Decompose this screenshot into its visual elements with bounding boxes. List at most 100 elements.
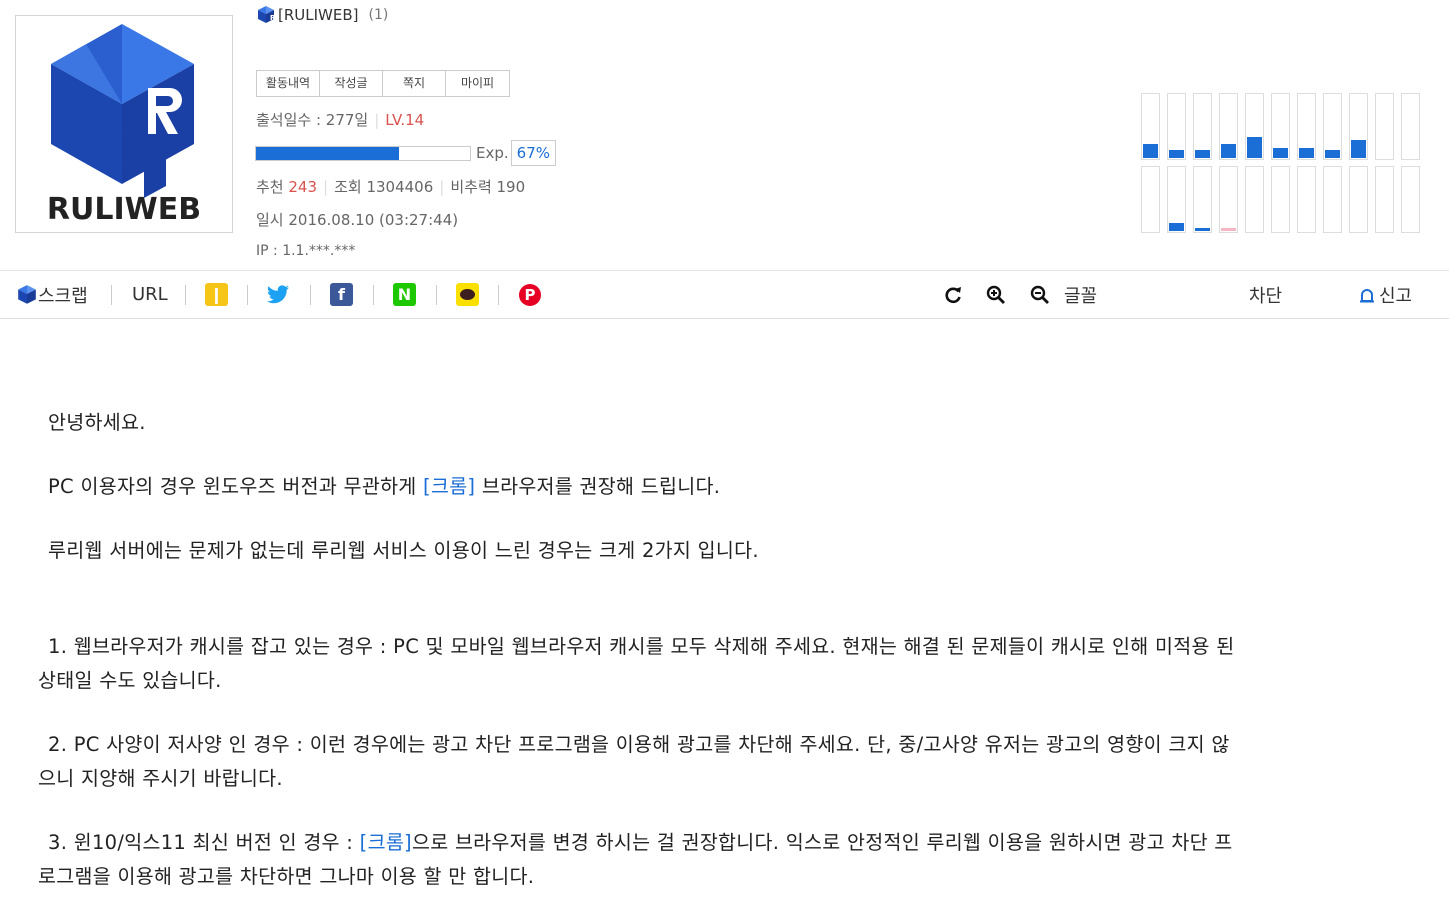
scrap-button[interactable]: 스크랩	[16, 271, 88, 318]
share-naver-button[interactable]: N	[393, 271, 416, 318]
font-button[interactable]: 글꼴	[1064, 271, 1097, 318]
view-count: 조회 1304406	[334, 178, 434, 196]
stats-line: 추천 243 | 조회 1304406 | 비추력 190	[256, 178, 526, 196]
exp-row: Exp. 67%	[255, 140, 556, 166]
zoom-in-icon	[986, 285, 1005, 304]
activity-graph-cell	[1219, 93, 1238, 160]
share-kakaostory-button[interactable]: ❙	[205, 271, 228, 318]
activity-graph-cell	[1323, 93, 1342, 160]
article-body: 안녕하세요. PC 이용자의 경우 윈도우즈 버전과 무관하게 [크롬] 브라우…	[38, 406, 1418, 894]
article-paragraph-1: PC 이용자의 경우 윈도우즈 버전과 무관하게 [크롬] 브라우저를 권장해 …	[48, 475, 721, 498]
chrome-link[interactable]: [크롬]	[423, 475, 475, 498]
article-item-2-line-1: 2. PC 사양이 저사양 인 경우 : 이런 경우에는 광고 차단 프로그램을…	[48, 733, 1230, 756]
attendance-line: 출석일수 : 277일 | LV.14	[256, 111, 425, 129]
naver-icon: N	[393, 283, 416, 306]
report-label: 신고	[1379, 285, 1413, 307]
tab-posts[interactable]: 작성글	[320, 71, 383, 96]
attendance-count: 출석일수 : 277일	[256, 111, 369, 129]
activity-graph-bar	[1195, 150, 1210, 158]
activity-graph-cell	[1193, 93, 1212, 160]
ruliweb-cube-icon: R	[258, 6, 276, 23]
activity-graph-bar	[1195, 228, 1210, 231]
activity-graph-cell	[1297, 93, 1316, 160]
exp-percent: 67%	[510, 140, 556, 166]
activity-graph-cell	[1271, 93, 1290, 160]
activity-graph-cell	[1193, 166, 1212, 233]
refresh-button[interactable]	[943, 271, 963, 318]
exp-progress-fill	[256, 146, 400, 160]
activity-graph-cell	[1375, 93, 1394, 160]
kakaotalk-icon	[456, 283, 479, 306]
activity-graph-cell	[1245, 93, 1264, 160]
activity-graph-bar	[1169, 223, 1184, 231]
ip-address: IP : 1.1.***.***	[256, 243, 356, 259]
exp-label: Exp.	[476, 144, 509, 162]
nickname[interactable]: [RULIWEB]	[278, 6, 359, 24]
article-greeting: 안녕하세요.	[48, 411, 146, 434]
post-date: 일시 2016.08.10 (03:27:44)	[256, 211, 459, 229]
activity-graph-bar	[1351, 140, 1366, 158]
block-label: 차단	[1249, 285, 1283, 307]
activity-graph-cell	[1141, 166, 1160, 233]
activity-graph-bar	[1221, 228, 1236, 231]
kakaostory-icon: ❙	[205, 283, 228, 306]
block-button[interactable]: 차단	[1249, 271, 1282, 318]
logo-text: RULIWEB	[47, 192, 201, 227]
nonrecommend-count: 비추력 190	[450, 178, 526, 196]
twitter-icon	[267, 284, 289, 303]
share-pinterest-button[interactable]: P	[519, 271, 541, 318]
recommend-count: 243	[288, 178, 318, 196]
share-twitter-button[interactable]	[266, 271, 290, 318]
article-item-3-line-2: 로그램을 이용해 광고를 차단하면 그나마 이용 할 만 합니다.	[38, 865, 535, 888]
article-item-1-line-2: 상태일 수도 있습니다.	[38, 669, 222, 692]
font-label: 글꼴	[1064, 285, 1098, 307]
tab-mypi[interactable]: 마이피	[446, 71, 509, 96]
chrome-link[interactable]: [크롬]	[360, 831, 412, 854]
activity-graph-bar	[1169, 150, 1184, 158]
article-toolbar: 스크랩 URL ❙ f N P 글꼴 차단 신고	[0, 270, 1449, 319]
facebook-icon: f	[330, 283, 353, 306]
activity-graph-bar	[1221, 144, 1236, 158]
user-level: LV.14	[385, 111, 425, 129]
activity-graph-bar	[1273, 148, 1288, 158]
report-button[interactable]: 신고	[1359, 271, 1412, 318]
recommend-label: 추천	[256, 178, 284, 196]
activity-graph-cell	[1219, 166, 1238, 233]
activity-graph-bar	[1325, 150, 1340, 158]
exp-progress-bar	[255, 145, 471, 161]
activity-graph-cell	[1297, 166, 1316, 233]
article-paragraph-2: 루리웹 서버에는 문제가 없는데 루리웹 서비스 이용이 느린 경우는 크게 2…	[48, 539, 759, 562]
url-button[interactable]: URL	[132, 271, 168, 318]
activity-graph-cell	[1245, 166, 1264, 233]
activity-graph-cell	[1323, 166, 1342, 233]
zoom-in-button[interactable]	[986, 271, 1006, 318]
activity-graph-bar	[1143, 144, 1158, 158]
article-item-3-line-1: 3. 윈10/익스11 최신 버전 인 경우 : [크롬]으로 브라우저를 변경…	[48, 831, 1233, 854]
user-nickname-row[interactable]: R [RULIWEB] (1)	[256, 4, 388, 26]
ruliweb-logo: RULIWEB	[15, 15, 233, 233]
post-count: (1)	[368, 7, 389, 23]
activity-graph-cell	[1271, 166, 1290, 233]
zoom-out-button[interactable]	[1030, 271, 1050, 318]
share-facebook-button[interactable]: f	[330, 271, 353, 318]
share-kakaotalk-button[interactable]	[456, 271, 479, 318]
activity-graph-cell	[1141, 93, 1160, 160]
activity-graph-cell	[1375, 166, 1394, 233]
activity-graph-cell	[1401, 166, 1420, 233]
activity-graph-cell	[1401, 93, 1420, 160]
svg-text:R: R	[270, 14, 276, 22]
profile-tabs: 활동내역 작성글 쪽지 마이피	[256, 70, 510, 97]
ruliweb-cube-icon	[18, 284, 36, 304]
scrap-label: 스크랩	[38, 285, 88, 307]
siren-icon	[1360, 288, 1374, 302]
pinterest-icon: P	[519, 283, 541, 306]
article-item-1-line-1: 1. 웹브라우저가 캐시를 잡고 있는 경우 : PC 및 모바일 웹브라우저 …	[48, 635, 1235, 658]
activity-graph-cell	[1349, 93, 1368, 160]
zoom-out-icon	[1030, 285, 1049, 304]
activity-graph-bar	[1247, 137, 1262, 158]
tab-messages[interactable]: 쪽지	[383, 71, 446, 96]
tab-activity[interactable]: 활동내역	[257, 71, 320, 96]
url-label: URL	[132, 284, 168, 305]
activity-graph-cell	[1167, 166, 1186, 233]
activity-graph-cell	[1167, 93, 1186, 160]
